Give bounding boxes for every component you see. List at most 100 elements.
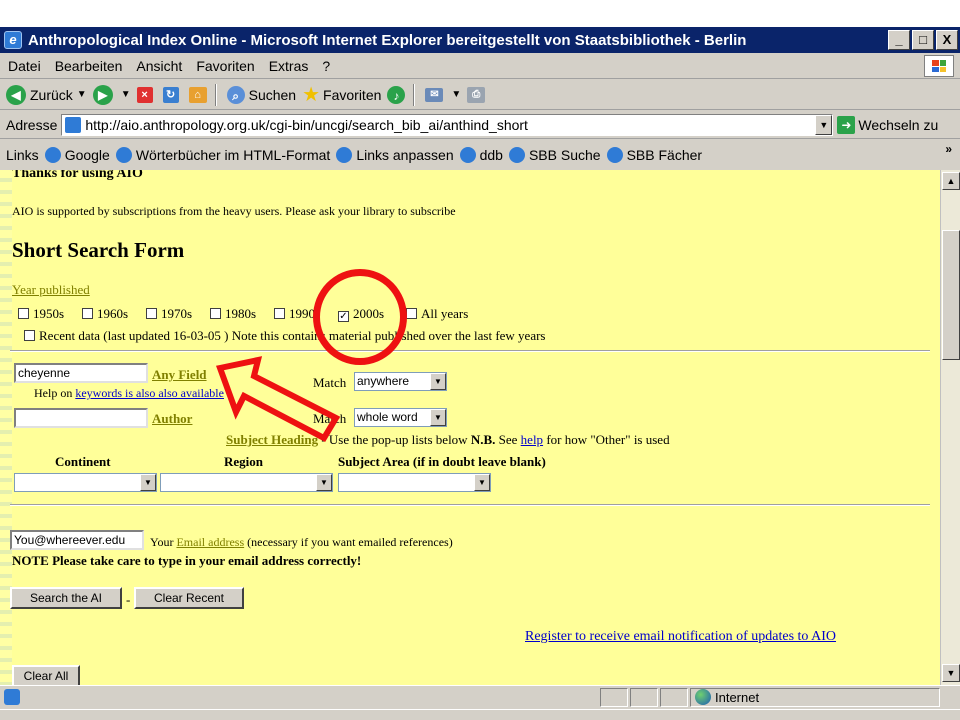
email-address-link[interactable]: Email address bbox=[176, 535, 244, 549]
anyfield-link[interactable]: Any Field bbox=[152, 367, 207, 383]
help-keywords-link[interactable]: keywords is also also available bbox=[75, 386, 224, 400]
subject-help-link[interactable]: help bbox=[521, 432, 543, 447]
mail-button[interactable]: ✉ ▼ bbox=[425, 87, 461, 102]
link-links-anpassen[interactable]: Links anpassen bbox=[336, 147, 454, 163]
ie-page-icon bbox=[606, 147, 623, 163]
link-ddb[interactable]: ddb bbox=[459, 147, 503, 163]
chevron-down-icon: ▼ bbox=[430, 373, 446, 390]
search-button[interactable]: ⌕ Suchen bbox=[226, 85, 297, 104]
subject-area-label: Subject Area (if in doubt leave blank) bbox=[338, 454, 546, 469]
address-dropdown-button[interactable]: ▼ bbox=[815, 114, 833, 135]
menu-help[interactable]: ? bbox=[322, 58, 330, 74]
status-cell bbox=[660, 688, 688, 707]
menu-bar: Datei Bearbeiten Ansicht Favoriten Extra… bbox=[0, 53, 960, 79]
subject-note: for how "Other" is used bbox=[543, 432, 670, 447]
page-content: Thanks for using AIO AIO is supported by… bbox=[0, 170, 940, 685]
link-label: SBB Suche bbox=[528, 147, 601, 163]
author-input[interactable] bbox=[14, 408, 148, 428]
checkbox-recent[interactable] bbox=[24, 330, 35, 341]
year-label: All years bbox=[421, 306, 469, 321]
toolbar-separator bbox=[413, 83, 416, 106]
year-1980s[interactable]: 1980s bbox=[210, 306, 256, 322]
year-1950s[interactable]: 1950s bbox=[18, 306, 64, 322]
minimize-button[interactable]: _ bbox=[888, 30, 910, 50]
checkbox-1980s[interactable] bbox=[210, 308, 221, 319]
match-select-2[interactable]: whole word ▼ bbox=[354, 408, 447, 427]
print-icon: ⎙ bbox=[467, 86, 486, 103]
forward-button[interactable]: ▶ ▼ bbox=[92, 84, 131, 105]
address-url: http://aio.anthropology.org.uk/cgi-bin/u… bbox=[85, 116, 528, 133]
region-select[interactable]: ▼ bbox=[160, 473, 333, 492]
year-all[interactable]: All years bbox=[406, 306, 468, 322]
menu-bearbeiten[interactable]: Bearbeiten bbox=[55, 58, 123, 74]
ie-page-icon bbox=[508, 147, 525, 163]
refresh-button[interactable]: ↻ bbox=[162, 86, 183, 103]
zone-label: Internet bbox=[715, 690, 760, 705]
refresh-icon: ↻ bbox=[162, 86, 179, 103]
scroll-down-button[interactable]: ▼ bbox=[942, 664, 960, 682]
match-value: anywhere bbox=[357, 374, 410, 388]
home-button[interactable]: ⌂ bbox=[188, 86, 211, 103]
search-label: Suchen bbox=[248, 86, 297, 103]
continent-label: Continent bbox=[55, 454, 111, 469]
clear-recent-button[interactable]: Clear Recent bbox=[134, 587, 244, 609]
title-bar: e Anthropological Index Online - Microso… bbox=[0, 27, 960, 53]
menu-extras[interactable]: Extras bbox=[269, 58, 309, 74]
checkbox-1950s[interactable] bbox=[18, 308, 29, 319]
year-1960s[interactable]: 1960s bbox=[82, 306, 128, 322]
checkbox-1990s[interactable] bbox=[274, 308, 285, 319]
ie-page-icon bbox=[459, 147, 476, 163]
link-google[interactable]: Google bbox=[44, 147, 110, 163]
subject-area-select[interactable]: ▼ bbox=[338, 473, 491, 492]
toolbar: ◀ Zurück ▼ ▶ ▼ × ↻ ⌂ ⌕ Suchen ★ Favorite… bbox=[0, 80, 960, 110]
ie-page-icon bbox=[115, 147, 132, 163]
links-more-chevron-icon[interactable]: » bbox=[945, 142, 952, 156]
recent-data-option[interactable]: Recent data (last updated 16-03-05 ) Not… bbox=[24, 328, 545, 344]
maximize-button[interactable]: □ bbox=[912, 30, 934, 50]
close-button[interactable]: X bbox=[936, 30, 958, 50]
vertical-scrollbar[interactable]: ▲ ▼ bbox=[940, 170, 960, 685]
address-input[interactable]: http://aio.anthropology.org.uk/cgi-bin/u… bbox=[61, 113, 834, 136]
email-input[interactable]: You@whereever.edu bbox=[10, 530, 144, 550]
stop-button[interactable]: × bbox=[136, 86, 157, 103]
checkbox-1970s[interactable] bbox=[146, 308, 157, 319]
checkbox-1960s[interactable] bbox=[82, 308, 93, 319]
link-sbb-faecher[interactable]: SBB Fächer bbox=[606, 147, 702, 163]
author-link[interactable]: Author bbox=[152, 411, 192, 427]
menu-favoriten[interactable]: Favoriten bbox=[196, 58, 254, 74]
star-icon: ★ bbox=[302, 84, 321, 106]
recent-label: Recent data (last updated 16-03-05 ) Not… bbox=[39, 328, 546, 343]
year-label: 1950s bbox=[33, 306, 65, 321]
status-cell bbox=[630, 688, 658, 707]
checkbox-all-years[interactable] bbox=[406, 308, 417, 319]
continent-select[interactable]: ▼ bbox=[14, 473, 157, 492]
chevron-down-icon: ▼ bbox=[140, 474, 156, 491]
taskbar bbox=[0, 709, 960, 720]
year-1970s[interactable]: 1970s bbox=[146, 306, 192, 322]
anyfield-input[interactable]: cheyenne bbox=[14, 363, 148, 383]
go-button[interactable]: ➜ Wechseln zu bbox=[837, 115, 938, 134]
link-label: Wörterbücher im HTML-Format bbox=[135, 147, 331, 163]
year-published-link[interactable]: Year published bbox=[12, 282, 90, 298]
favorites-button[interactable]: ★ Favoriten bbox=[302, 82, 381, 107]
search-the-ai-button[interactable]: Search the AI bbox=[10, 587, 122, 609]
scroll-thumb[interactable] bbox=[942, 230, 960, 360]
link-woerterbuecher[interactable]: Wörterbücher im HTML-Format bbox=[115, 147, 331, 163]
link-sbb-suche[interactable]: SBB Suche bbox=[508, 147, 601, 163]
page-icon bbox=[65, 116, 82, 133]
forward-arrow-icon: ▶ bbox=[92, 84, 113, 105]
menu-datei[interactable]: Datei bbox=[8, 58, 41, 74]
menu-ansicht[interactable]: Ansicht bbox=[136, 58, 182, 74]
media-button[interactable]: ♪ bbox=[387, 85, 409, 104]
back-button[interactable]: ◀ Zurück ▼ bbox=[6, 84, 87, 105]
scroll-up-button[interactable]: ▲ bbox=[942, 172, 960, 190]
links-bar: Links Google Wörterbücher im HTML-Format… bbox=[0, 140, 960, 170]
form-title: Short Search Form bbox=[12, 238, 185, 262]
match-select-1[interactable]: anywhere ▼ bbox=[354, 372, 447, 391]
subject-note: See bbox=[495, 432, 521, 447]
register-link[interactable]: Register to receive email notification o… bbox=[525, 629, 836, 645]
media-icon: ♪ bbox=[387, 85, 406, 104]
chevron-down-icon: ▼ bbox=[316, 474, 332, 491]
print-button[interactable]: ⎙ bbox=[467, 86, 489, 103]
clear-all-button[interactable]: Clear All bbox=[12, 665, 80, 685]
